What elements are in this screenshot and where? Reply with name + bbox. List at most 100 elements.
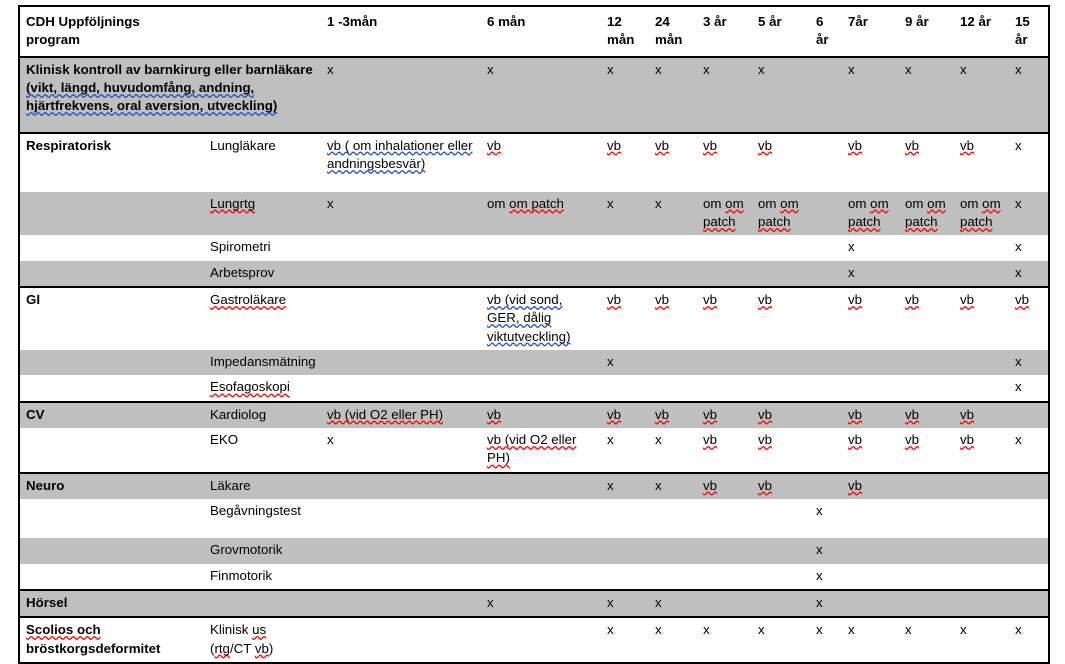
cell-y15: x (1015, 432, 1022, 448)
cell-m6 (481, 499, 601, 538)
cell-y7: vb (842, 400, 899, 429)
header-col-m24-line1: 24 (655, 14, 670, 29)
subitem-text: Esofagoskopi (210, 379, 290, 395)
cell-m12: x (601, 191, 649, 236)
cell-m1_3 (321, 499, 481, 538)
cell-m24: vb (649, 286, 697, 351)
cell-m12 (601, 235, 649, 260)
cell-m1_3: vb ( om inhalationer eller andningsbesvä… (321, 131, 481, 192)
cell-y7 (842, 588, 899, 618)
cell-y6 (810, 286, 842, 351)
table-row: Arbetsprov x x (19, 260, 1049, 288)
cell-text: vb (905, 406, 920, 422)
subitem-vb-text: vb (254, 640, 269, 656)
cell-text: vb (655, 137, 670, 153)
cell-m12: x (601, 350, 649, 376)
category-bold-text: Klinisk kontroll av barnkirurg eller bar… (26, 61, 313, 77)
cell-y7: om om patch (842, 191, 899, 236)
cell-m12: x (601, 55, 649, 133)
category-line2: bröstkorgsdeformitet (26, 640, 161, 656)
cell-y7 (842, 564, 899, 590)
cell-y6: x (810, 616, 842, 663)
row-subitem-empty (204, 588, 321, 618)
cell-text: vb (607, 406, 622, 422)
row-category-empty (19, 428, 204, 473)
cell-y9 (899, 588, 954, 618)
cell-text: vb (758, 292, 773, 308)
table-row: Lungrtg x om om patch x x om om patch om… (19, 191, 1049, 236)
cell-y7 (842, 375, 899, 401)
cell-text: vb (960, 406, 975, 422)
cell-text: vb (758, 406, 773, 422)
header-col-m12-line2: mån (607, 32, 635, 48)
header-col-y15: 15 år (1009, 6, 1049, 58)
header-col-m6: 6 mån (481, 6, 601, 58)
cell-y15: x (1009, 191, 1049, 236)
row-subitem-impedansmatning: Impedansmätning (204, 350, 321, 376)
cell-y5 (752, 538, 810, 564)
cell-y5 (752, 260, 810, 288)
cell-y7: vb (842, 286, 899, 351)
row-subitem-arbetsprov: Arbetsprov (204, 260, 321, 288)
cell-y3 (697, 538, 752, 564)
cell-m1_3 (321, 286, 481, 351)
subitem-text: Gastroläkare (210, 292, 287, 308)
cell-text-patch: om patch (848, 195, 889, 230)
subitem-line2: (rtg/CT vb) (210, 640, 274, 656)
cell-m6: x (481, 588, 601, 618)
cell-y6 (810, 350, 842, 376)
header-col-y7: 7år (842, 6, 899, 58)
cell-y12 (954, 350, 1009, 376)
cell-m24 (649, 260, 697, 288)
cell-m12 (601, 538, 649, 564)
cell-y5 (752, 564, 810, 590)
cell-y7 (842, 499, 899, 538)
cell-y15 (1009, 538, 1049, 564)
cell-y12 (954, 564, 1009, 590)
cell-m12: x (601, 471, 649, 500)
cell-m1_3 (321, 235, 481, 260)
cell-y3: vb (697, 471, 752, 500)
cell-m12: vb (601, 400, 649, 429)
cell-text: vb (vid sond, GER, dålig viktutveckling) (487, 292, 571, 344)
row-subitem-spirometri: Spirometri (210, 239, 271, 255)
cell-y5: vb (752, 428, 810, 473)
row-category-empty (19, 350, 204, 376)
row-category-horsel: Hörsel (19, 588, 204, 618)
table-row: EKO x vb (vid O2 eller PH) x x vb vb vb … (19, 428, 1049, 473)
cell-y15: vb (1009, 286, 1049, 351)
cell-text: vb (1015, 292, 1030, 308)
cell-text: vb (607, 292, 622, 308)
cell-y12 (954, 499, 1009, 538)
table-row: CV Kardiolog vb (vid O2 eller PH) vb vb … (19, 400, 1049, 429)
cell-y7: x (848, 239, 855, 255)
cell-m24: vb (649, 400, 697, 429)
cell-text: vb (vid O2 eller PH) (487, 432, 577, 466)
header-col-y15-line2: år (1015, 32, 1028, 48)
cell-text-patch: om patch (509, 195, 564, 211)
cell-text: vb (960, 432, 975, 448)
cell-text-patch: om patch (758, 195, 799, 230)
cell-text: vb (655, 292, 670, 308)
cell-m1_3 (321, 260, 481, 288)
header-title-line2: program (26, 32, 80, 48)
cell-text: vb (758, 137, 773, 153)
cell-y9 (899, 235, 954, 260)
cell-text: vb (848, 477, 863, 493)
cell-y7: x (842, 616, 899, 663)
cell-m6: vb (vid O2 eller PH) (481, 428, 601, 473)
cell-text: vb (703, 292, 718, 308)
cell-m6 (481, 235, 601, 260)
cell-text: vb (487, 406, 502, 422)
cell-text: vb ( om inhalationer eller andningsbesvä… (327, 137, 473, 172)
cell-y5: x (752, 55, 810, 133)
cell-y12 (954, 538, 1009, 564)
row-subitem-gastrolakare: Gastroläkare (204, 286, 321, 351)
cell-y9 (899, 471, 954, 500)
cell-m24: x (649, 471, 697, 500)
cell-y5: vb (752, 471, 810, 500)
table-row: Spirometri x x (19, 235, 1049, 260)
cell-y6: x (810, 538, 842, 564)
cell-m1_3 (321, 616, 481, 663)
subitem-us-text: us (252, 622, 267, 638)
